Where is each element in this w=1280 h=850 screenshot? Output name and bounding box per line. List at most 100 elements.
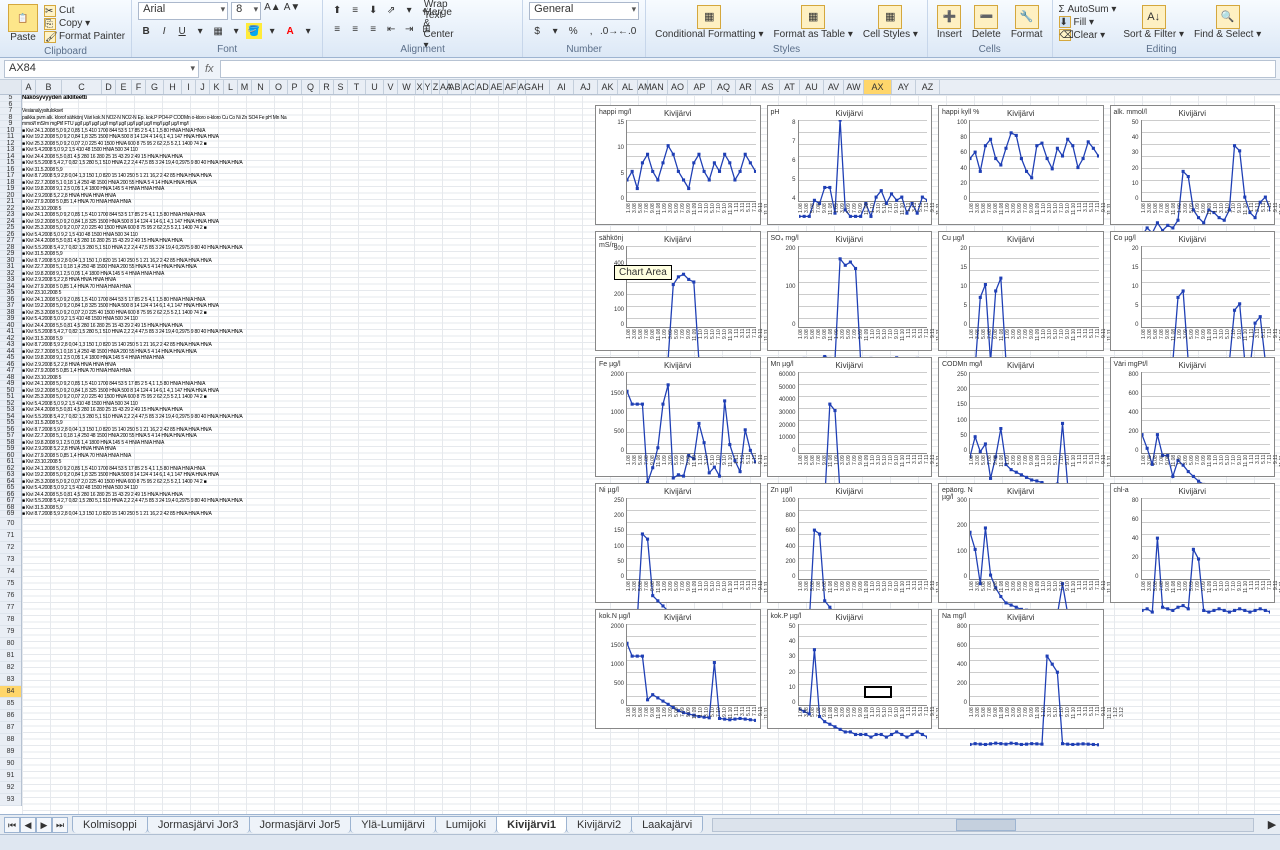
formula-bar[interactable] [220, 60, 1276, 78]
delete-button[interactable]: ➖Delete [969, 5, 1004, 41]
col-header-AZ[interactable]: AZ [916, 80, 940, 94]
col-header-AM[interactable]: AM [638, 80, 648, 94]
worksheet-grid[interactable]: 5678910111213141516171819202122232425262… [0, 95, 1280, 835]
tab-first-icon[interactable]: ⏮ [4, 817, 20, 833]
fill-color-icon[interactable]: 🪣 [246, 23, 262, 39]
align-top-icon[interactable]: ⬆ [329, 2, 345, 18]
col-header-N[interactable]: N [252, 80, 270, 94]
col-header-G[interactable]: G [146, 80, 164, 94]
col-header-AR[interactable]: AR [736, 80, 756, 94]
font-size-select[interactable]: 8 [231, 2, 261, 20]
col-header-J[interactable]: J [196, 80, 210, 94]
col-header-Q[interactable]: Q [302, 80, 320, 94]
col-header-AA[interactable]: AA [440, 80, 448, 94]
font-name-select[interactable]: Arial [138, 2, 228, 20]
sheet-tab[interactable]: Laakajärvi [631, 816, 703, 833]
chart-10[interactable]: CODMn mg/lKivijärvi0501001502002501.083.… [938, 357, 1104, 477]
cell-styles-button[interactable]: ▦Cell Styles ▾ [860, 5, 921, 41]
name-box[interactable]: AX84 [4, 60, 199, 78]
underline-icon[interactable]: U [174, 23, 190, 39]
align-right-icon[interactable]: ≡ [365, 21, 381, 37]
chart-12[interactable]: Ni µg/lKivijärvi0501001502002501.083.085… [595, 483, 761, 603]
font-color-icon[interactable]: A [282, 23, 298, 39]
column-headers[interactable]: ABCDEFGHIJKLMNOPQRSTUVWXYZAAABACADAEAFAG… [0, 80, 1280, 95]
chart-17[interactable]: kok.P µg/lKivijärvi010203040501.083.085.… [767, 609, 933, 729]
orientation-icon[interactable]: ⇗ [383, 2, 399, 18]
col-header-AS[interactable]: AS [756, 80, 780, 94]
scroll-right-icon[interactable]: ▶ [1264, 818, 1280, 831]
bold-icon[interactable]: B [138, 23, 154, 39]
chart-1[interactable]: pHKivijärvi456781.083.085.087.089.0811.0… [767, 105, 933, 225]
col-header-M[interactable]: M [238, 80, 252, 94]
col-header-A[interactable]: A [22, 80, 36, 94]
sheet-tab[interactable]: Jormasjärvi Jor3 [147, 816, 250, 833]
chart-7[interactable]: Co µg/lKivijärvi051015201.083.085.087.08… [1110, 231, 1276, 351]
shrink-font-icon[interactable]: A▼ [284, 2, 301, 20]
col-header-S[interactable]: S [334, 80, 348, 94]
col-header-AC[interactable]: AC [462, 80, 476, 94]
chart-4[interactable]: sähkönj mS/mKivijärvi01002003004005001.0… [595, 231, 761, 351]
chart-2[interactable]: happi kyll %Kivijärvi0204060801001.083.0… [938, 105, 1104, 225]
col-header-P[interactable]: P [288, 80, 302, 94]
row-headers[interactable]: 5678910111213141516171819202122232425262… [0, 95, 22, 806]
chart-11[interactable]: Väri mgPt/lKivijärvi02004006008001.083.0… [1110, 357, 1276, 477]
chart-16[interactable]: kok.N µg/lKivijärvi05001000150020001.083… [595, 609, 761, 729]
sheet-tab[interactable]: Kolmisoppi [72, 816, 148, 833]
sheet-tab[interactable]: Jormasjärvi Jor5 [249, 816, 352, 833]
col-header-AF[interactable]: AF [504, 80, 518, 94]
insert-button[interactable]: ➕Insert [934, 5, 965, 41]
format-painter-button[interactable]: 🖌Format Painter [44, 31, 125, 43]
col-header-C[interactable]: C [62, 80, 102, 94]
col-header-B[interactable]: B [36, 80, 62, 94]
col-header-O[interactable]: O [270, 80, 288, 94]
number-format-select[interactable]: General [529, 2, 639, 20]
col-header-V[interactable]: V [384, 80, 398, 94]
col-header-I[interactable]: I [182, 80, 196, 94]
sheet-tab[interactable]: Kivijärvi1 [496, 816, 567, 833]
col-header-AL[interactable]: AL [618, 80, 638, 94]
italic-icon[interactable]: I [156, 23, 172, 39]
col-header-E[interactable]: E [116, 80, 132, 94]
copy-button[interactable]: ⎘Copy ▾ [44, 18, 125, 30]
chart-8[interactable]: Fe µg/lKivijärvi05001000150020001.083.08… [595, 357, 761, 477]
col-header-AX[interactable]: AX [864, 80, 892, 94]
col-header-AQ[interactable]: AQ [712, 80, 736, 94]
col-header-F[interactable]: F [132, 80, 146, 94]
align-middle-icon[interactable]: ≡ [347, 2, 363, 18]
paste-button[interactable]: 📋Paste [6, 2, 40, 45]
col-header-U[interactable]: U [366, 80, 384, 94]
align-bottom-icon[interactable]: ⬇ [365, 2, 381, 18]
col-header-AP[interactable]: AP [688, 80, 712, 94]
col-header-AJ[interactable]: AJ [574, 80, 598, 94]
percent-icon[interactable]: % [565, 23, 581, 39]
inc-decimal-icon[interactable]: .0→ [601, 23, 617, 39]
col-header-Z[interactable]: Z [432, 80, 440, 94]
chart-13[interactable]: Zn µg/lKivijärvi020040060080010001.083.0… [767, 483, 933, 603]
col-header-AH[interactable]: AH [526, 80, 550, 94]
fx-icon[interactable]: fx [205, 63, 214, 75]
comma-icon[interactable]: , [583, 23, 599, 39]
grow-font-icon[interactable]: A▲ [264, 2, 281, 20]
horizontal-scrollbar[interactable] [712, 818, 1254, 832]
chart-5[interactable]: SO₄ mg/lKivijärvi01002001.083.085.087.08… [767, 231, 933, 351]
chart-18[interactable]: Na mg/lKivijärvi02004006008001.083.085.0… [938, 609, 1104, 729]
cut-button[interactable]: ✂Cut [44, 5, 125, 17]
col-header-D[interactable]: D [102, 80, 116, 94]
col-header-AD[interactable]: AD [476, 80, 490, 94]
merge-center-button[interactable]: ⊞ Merge & Center ▾ [419, 21, 449, 37]
col-header-AT[interactable]: AT [780, 80, 800, 94]
col-header-AY[interactable]: AY [892, 80, 916, 94]
sort-filter-button[interactable]: A↓Sort & Filter ▾ [1120, 5, 1187, 41]
tab-prev-icon[interactable]: ◀ [20, 817, 36, 833]
indent-dec-icon[interactable]: ⇤ [383, 21, 399, 37]
indent-inc-icon[interactable]: ⇥ [401, 21, 417, 37]
col-header-H[interactable]: H [164, 80, 182, 94]
col-header-AO[interactable]: AO [668, 80, 688, 94]
col-header-T[interactable]: T [348, 80, 366, 94]
col-header-R[interactable]: R [320, 80, 334, 94]
tab-last-icon[interactable]: ⏭ [52, 817, 68, 833]
col-header-K[interactable]: K [210, 80, 224, 94]
dec-decimal-icon[interactable]: ←.0 [619, 23, 635, 39]
format-button[interactable]: 🔧Format [1008, 5, 1046, 41]
col-header-AI[interactable]: AI [550, 80, 574, 94]
